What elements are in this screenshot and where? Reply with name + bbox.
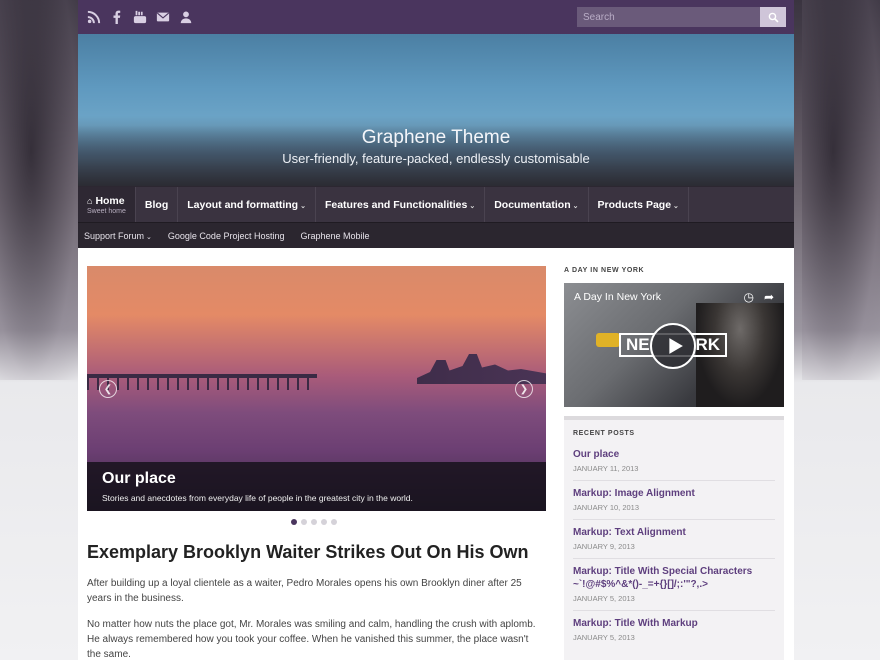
list-item: Markup: Title With Markup JANUARY 5, 201… [573,617,775,649]
chevron-left-icon: ❮ [103,383,113,395]
post-paragraph: No matter how nuts the place got, Mr. Mo… [87,619,536,660]
page-container: Graphene Theme User-friendly, feature-pa… [78,0,794,660]
site-tagline: User-friendly, feature-packed, endlessly… [282,151,590,166]
content-area: ❮ ❯ Our place Stories and anecdotes from… [78,248,794,660]
nav-item-description: Sweet home [87,207,126,215]
post-paragraph: After building up a loyal clientele as a… [87,578,522,604]
slider-next-button[interactable]: ❯ [515,380,533,398]
home-icon: ⌂ [87,195,93,206]
recent-post-link[interactable]: Markup: Title With Markup [573,617,775,630]
video-play-button[interactable] [650,323,696,369]
youtube-icon[interactable] [132,10,147,25]
recent-post-link[interactable]: Markup: Title With Special Characters ~`… [573,565,775,591]
slider-dot[interactable] [321,519,327,525]
video-thumbnail-taxi [596,333,620,347]
recent-post-date: JANUARY 10, 2013 [573,503,640,512]
overlay-text-left: NE [626,335,650,354]
site-title[interactable]: Graphene Theme [78,127,794,149]
nav-item-features[interactable]: Features and Functionalities ⌄ [316,187,486,222]
nav-item-documentation[interactable]: Documentation ⌄ [485,187,589,222]
slide-image-piers [87,378,317,390]
post-title[interactable]: Exemplary Brooklyn Waiter Strikes Out On… [87,542,547,563]
secnav-item-google-code[interactable]: Google Code Project Hosting [168,231,285,241]
rss-icon[interactable] [86,10,101,25]
recent-posts-widget: RECENT POSTS Our place JANUARY 11, 2013 … [564,416,784,660]
recent-post-link[interactable]: Markup: Text Alignment [573,526,775,539]
chevron-down-icon: ⌄ [146,233,152,241]
slider-dot[interactable] [291,519,297,525]
slider-dot[interactable] [301,519,307,525]
list-item: Markup: Image Alignment JANUARY 10, 2013 [573,487,775,520]
nav-item-label: Layout and formatting [187,198,299,211]
share-icon[interactable]: ➦ [764,290,774,304]
chevron-right-icon: ❯ [519,383,529,395]
video-widget-title: A DAY IN NEW YORK [564,267,645,274]
slide-caption: Our place Stories and anecdotes from eve… [87,462,546,511]
list-item: Markup: Text Alignment JANUARY 9, 2013 [573,526,775,559]
list-item: Markup: Title With Special Characters ~`… [573,565,775,611]
nav-item-label: Documentation [494,198,571,211]
recent-post-date: JANUARY 11, 2013 [573,464,639,473]
background-blur-right [802,0,880,380]
top-bar [78,0,794,34]
chevron-down-icon: ⌄ [572,202,579,210]
nav-item-home[interactable]: ⌂ Home Sweet home [78,187,136,222]
slider-pagination [291,519,337,525]
slider-dot[interactable] [331,519,337,525]
nav-item-label: Blog [144,198,169,211]
secondary-navigation: Support Forum ⌄ Google Code Project Hosti… [78,222,794,248]
search-form [577,7,786,27]
featured-slider[interactable]: ❮ ❯ Our place Stories and anecdotes from… [87,266,546,511]
video-actions: ◷ ➦ [743,290,774,304]
overlay-text-right: RK [695,335,720,354]
secnav-item-graphene-mobile[interactable]: Graphene Mobile [300,231,369,241]
list-item: Our place JANUARY 11, 2013 [573,448,775,481]
video-title[interactable]: A Day In New York [574,291,661,303]
chevron-down-icon: ⌄ [300,202,306,210]
chevron-down-icon: ⌄ [673,202,679,210]
nav-item-blog[interactable]: Blog [136,187,179,222]
background-blur-left [0,0,78,380]
search-icon [768,12,779,23]
user-icon[interactable] [178,10,193,25]
recent-post-date: JANUARY 5, 2013 [573,594,635,603]
social-links [86,10,193,25]
nav-item-products-page[interactable]: Products Page ⌄ [589,187,689,222]
nav-item-layout-and-formatting[interactable]: Layout and formatting ⌄ [178,187,316,222]
search-input[interactable] [577,7,760,27]
chevron-down-icon: ⌄ [469,202,476,210]
secnav-item-support-forum[interactable]: Support Forum ⌄ [84,231,152,241]
recent-posts-heading: RECENT POSTS [573,430,635,437]
nav-item-label: Features and Functionalities [324,198,468,211]
secnav-item-label: Support Forum [84,230,145,241]
slide-title[interactable]: Our place [102,470,531,488]
slider-dot[interactable] [311,519,317,525]
search-button[interactable] [760,7,786,27]
recent-post-link[interactable]: Markup: Image Alignment [573,487,775,500]
nav-item-label: Products Page [597,198,672,211]
email-icon[interactable] [155,10,170,25]
play-icon [668,338,683,354]
recent-post-date: JANUARY 5, 2013 [573,633,635,642]
site-header[interactable]: Graphene Theme User-friendly, feature-pa… [78,34,794,186]
nav-item-label: Home [95,194,125,207]
recent-post-link[interactable]: Our place [573,448,775,461]
facebook-icon[interactable] [109,10,124,25]
clock-icon[interactable]: ◷ [743,290,753,304]
slide-subtitle: Stories and anecdotes from everyday life… [102,493,413,503]
recent-post-date: JANUARY 9, 2013 [573,542,635,551]
main-navigation: ⌂ Home Sweet home Blog Layout and formatt… [78,186,794,222]
video-embed[interactable]: A Day In New York ◷ ➦ NE RK [564,283,784,407]
slider-prev-button[interactable]: ❮ [99,380,117,398]
